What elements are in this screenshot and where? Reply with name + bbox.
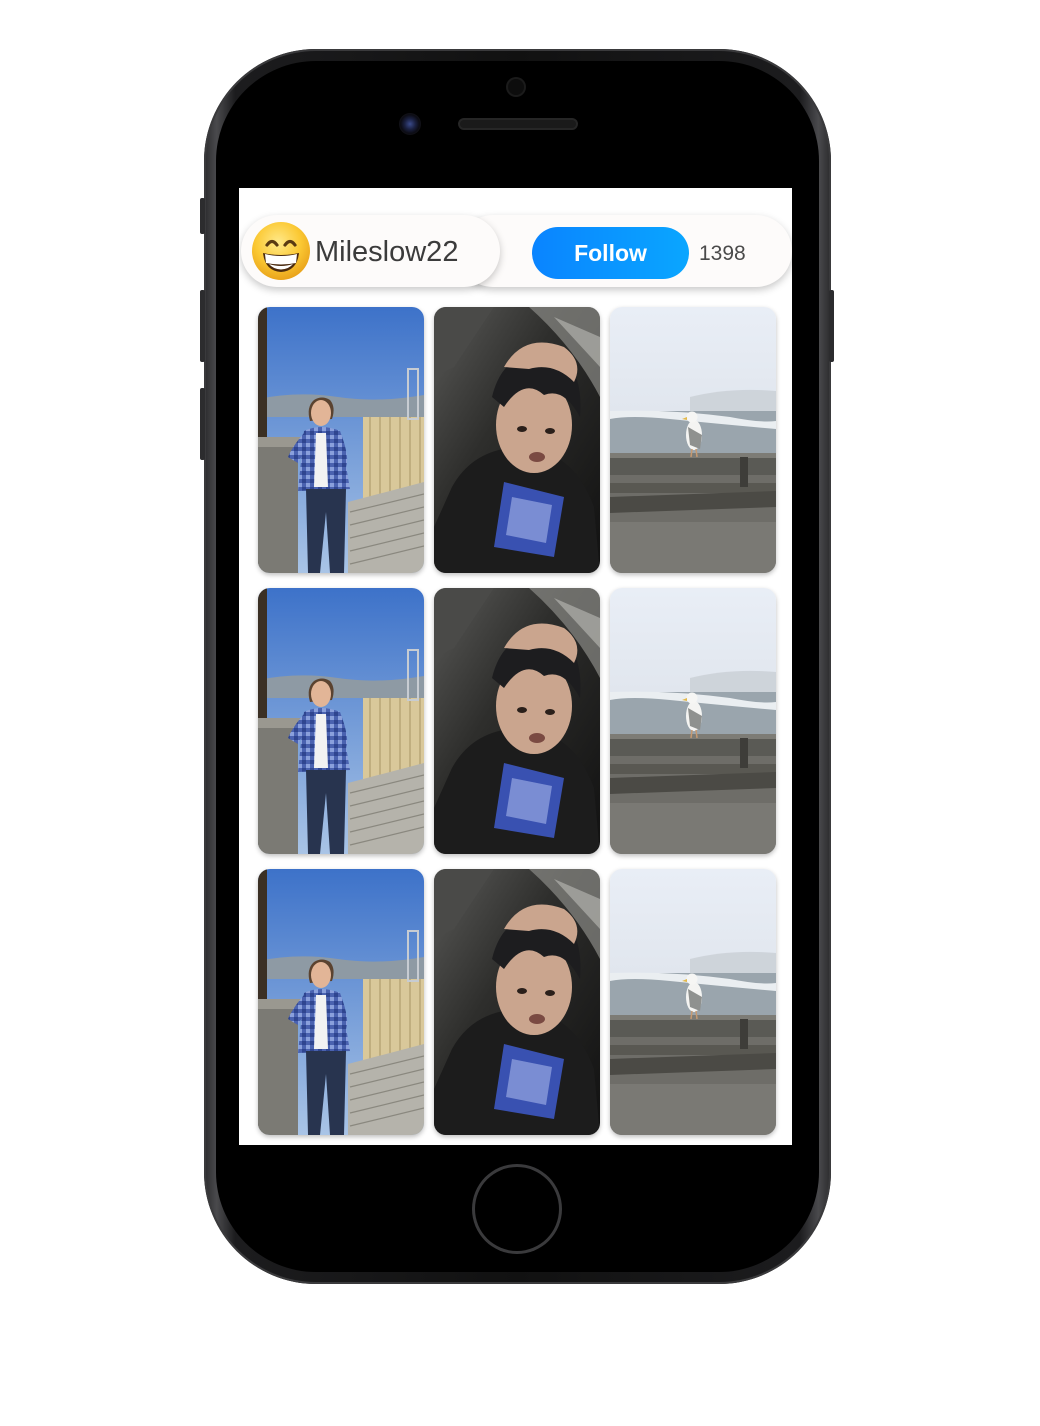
follower-count: 1398 [699, 242, 746, 265]
proximity-sensor [508, 79, 524, 95]
front-camera [399, 113, 421, 135]
earpiece-speaker [460, 120, 576, 128]
volume-up-button [200, 290, 205, 362]
app-screen: Follow 1398 Mileslow22 [239, 188, 792, 1145]
post-grid [258, 307, 777, 1136]
post-thumbnail-selfie[interactable] [434, 588, 600, 854]
selfie-photo-icon [434, 307, 600, 573]
seagull-photo-icon [610, 588, 776, 854]
seagull-photo-icon [610, 869, 776, 1135]
post-thumbnail-rooftop[interactable] [258, 869, 424, 1135]
post-thumbnail-seagull[interactable] [610, 307, 776, 573]
selfie-photo-icon [434, 588, 600, 854]
man-on-rooftop-photo-icon [258, 588, 424, 854]
mute-switch [200, 198, 205, 234]
post-thumbnail-seagull[interactable] [610, 588, 776, 854]
man-on-rooftop-photo-icon [258, 307, 424, 573]
username: Mileslow22 [315, 236, 459, 268]
post-thumbnail-rooftop[interactable] [258, 588, 424, 854]
power-button [829, 290, 834, 362]
seagull-photo-icon [610, 307, 776, 573]
grinning-face-emoji-icon [252, 222, 310, 280]
post-thumbnail-selfie[interactable] [434, 869, 600, 1135]
selfie-photo-icon [434, 869, 600, 1135]
follow-button[interactable]: Follow [532, 227, 689, 279]
post-thumbnail-selfie[interactable] [434, 307, 600, 573]
post-thumbnail-rooftop[interactable] [258, 307, 424, 573]
home-button[interactable] [475, 1167, 559, 1251]
follow-bar: Follow 1398 [457, 215, 792, 287]
volume-down-button [200, 388, 205, 460]
user-header[interactable]: Mileslow22 [241, 215, 500, 287]
post-thumbnail-seagull[interactable] [610, 869, 776, 1135]
man-on-rooftop-photo-icon [258, 869, 424, 1135]
